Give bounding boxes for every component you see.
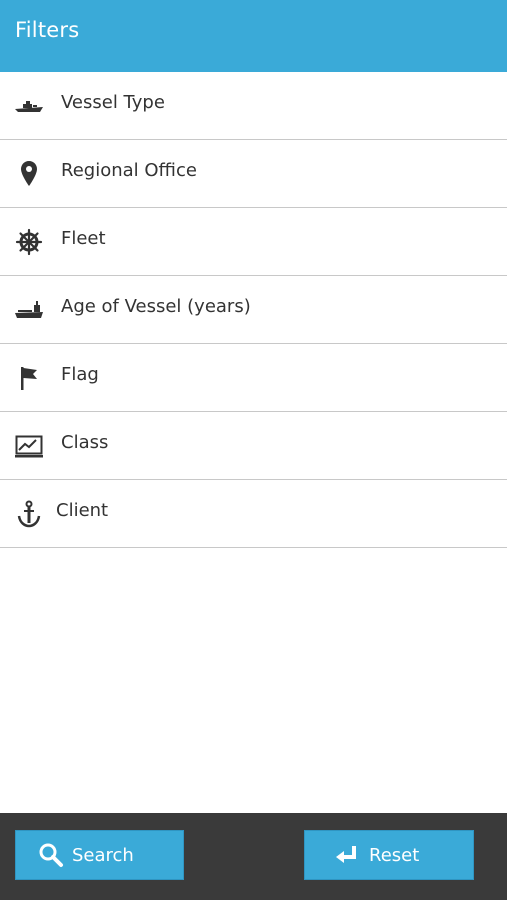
- page-title: Filters: [15, 18, 80, 42]
- flag-icon: [14, 363, 44, 393]
- action-bar: Search Reset: [0, 813, 507, 900]
- ship-wheel-icon: [14, 227, 44, 257]
- filter-item-fleet[interactable]: Fleet: [0, 208, 507, 276]
- filter-item-client[interactable]: Client: [0, 480, 507, 548]
- search-button[interactable]: Search: [15, 830, 184, 880]
- filter-item-regional-office[interactable]: Regional Office: [0, 140, 507, 208]
- filter-item-label: Class: [61, 432, 109, 453]
- filter-item-flag[interactable]: Flag: [0, 344, 507, 412]
- ship-icon: [14, 91, 44, 121]
- search-icon: [38, 842, 64, 868]
- filter-item-age-of-vessel[interactable]: Age of Vessel (years): [0, 276, 507, 344]
- filter-item-label: Client: [56, 500, 109, 521]
- reset-button[interactable]: Reset: [304, 830, 474, 880]
- map-pin-icon: [14, 159, 44, 189]
- filter-item-label: Regional Office: [61, 160, 197, 181]
- filter-item-label: Flag: [61, 364, 99, 385]
- filter-item-label: Age of Vessel (years): [61, 296, 251, 317]
- app-header: Filters: [0, 0, 507, 72]
- filter-item-class[interactable]: Class: [0, 412, 507, 480]
- chart-icon: [14, 431, 44, 461]
- tanker-icon: [14, 295, 44, 325]
- filter-item-label: Vessel Type: [61, 92, 165, 113]
- filter-item-label: Fleet: [61, 228, 106, 249]
- filter-list: Vessel Type Regional Office Fleet Age of…: [0, 72, 507, 548]
- return-arrow-icon: [333, 842, 359, 868]
- filter-item-vessel-type[interactable]: Vessel Type: [0, 72, 507, 140]
- reset-button-label: Reset: [369, 844, 420, 866]
- anchor-icon: [14, 499, 44, 529]
- search-button-label: Search: [72, 844, 134, 866]
